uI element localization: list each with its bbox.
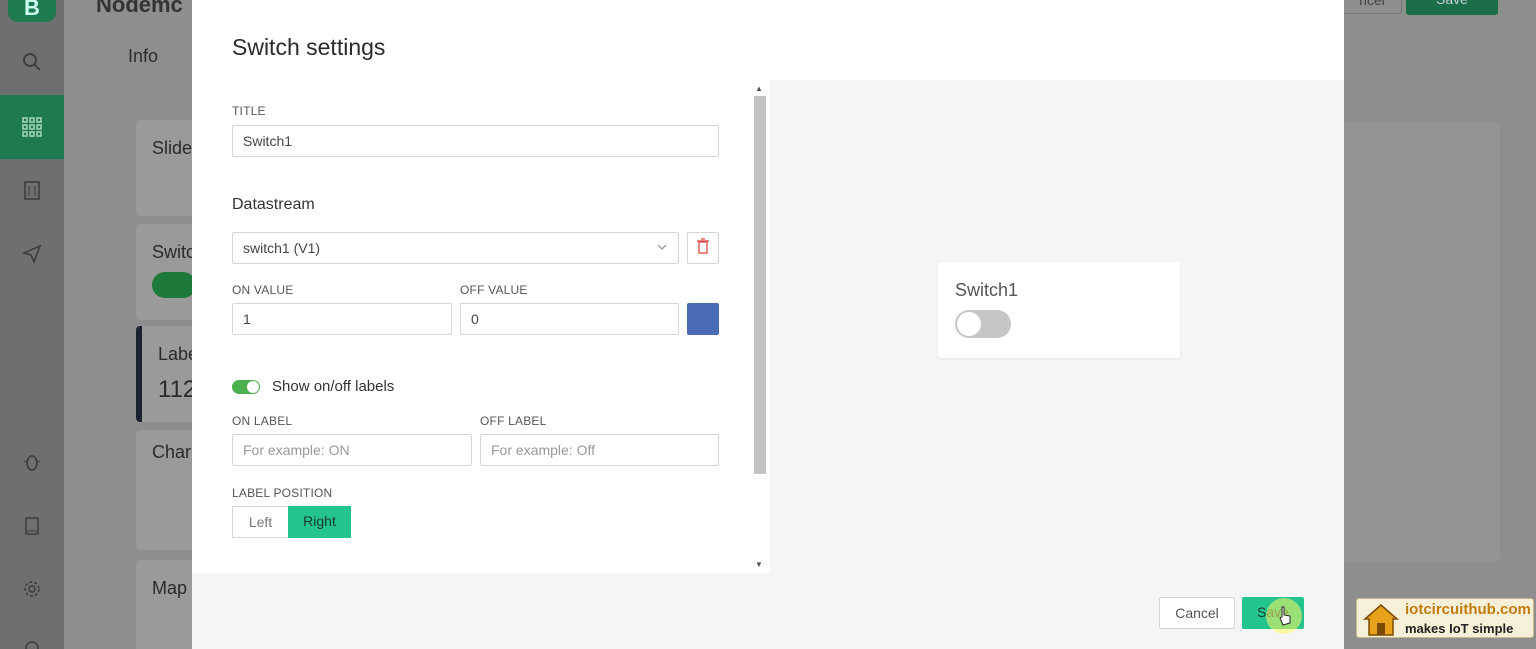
title-field-label: TITLE [232,104,266,118]
book-icon[interactable] [0,494,64,558]
off-value-input[interactable]: 0 [460,303,679,335]
widget-card-label: Map [152,578,188,598]
building-icon[interactable] [0,158,64,222]
datastream-selected-value: switch1 (V1) [243,240,321,256]
switch-on-indicator [152,272,196,298]
scroll-up-arrow-icon[interactable]: ▲ [755,84,763,93]
app-logo: B [8,0,56,22]
watermark-logo: iotcircuithub.com makes IoT simple [1356,598,1534,638]
widget-card-label: Char [152,442,192,462]
off-label-input[interactable]: For example: Off [480,434,719,466]
house-wifi-icon [1361,601,1401,642]
switch-widget-preview: Switch1 [938,262,1180,358]
tab-info[interactable]: Info [128,46,158,67]
background-save-button[interactable]: Save [1406,0,1498,15]
label-position-label: LABEL POSITION [232,486,333,500]
on-value-label: ON VALUE [232,283,294,297]
send-icon[interactable] [0,222,64,286]
datastream-select[interactable]: switch1 (V1) [232,232,679,264]
on-label-input[interactable]: For example: ON [232,434,472,466]
scroll-down-arrow-icon[interactable]: ▼ [755,560,763,569]
scrollbar-thumb[interactable] [754,96,766,474]
background-cancel-button[interactable]: ncel [1342,0,1402,14]
preview-switch[interactable] [955,310,1011,338]
show-labels-toggle[interactable] [232,380,260,394]
off-value-label: OFF VALUE [460,283,528,297]
widget-card-switch[interactable]: Switc [136,224,196,320]
label-position-right-button[interactable]: Right [288,506,351,538]
cancel-button[interactable]: Cancel [1159,597,1235,629]
bug-icon[interactable] [0,430,64,494]
show-labels-text: Show on/off labels [272,378,395,395]
trash-icon [696,237,710,259]
search-icon[interactable] [0,30,64,94]
color-picker-swatch[interactable] [687,303,719,335]
widget-card-label: Slide [152,138,193,158]
watermark-tagline: makes IoT simple [1405,621,1514,636]
datastream-heading: Datastream [232,196,315,213]
widget-card-label-widget[interactable]: Labe 112 [136,326,198,422]
widget-card-slider[interactable]: Slide [136,120,196,216]
on-label-field-label: ON LABEL [232,414,293,428]
off-label-field-label: OFF LABEL [480,414,547,428]
device-title: Nodemc [96,0,183,17]
title-input[interactable]: Switch1 [232,125,719,157]
label-widget-value: 112 [158,376,197,403]
label-position-left-button[interactable]: Left [232,506,288,538]
help-icon[interactable] [0,612,64,649]
preview-widget-title: Switch1 [955,280,1019,300]
background-grid [1344,122,1500,562]
switch-settings-modal: Switch settings TITLE Switch1 Datastream… [192,0,1344,649]
dashboard-grid-icon[interactable] [0,95,64,159]
chevron-down-icon [656,233,668,263]
delete-datastream-button[interactable] [687,232,719,264]
hand-cursor-icon [1278,606,1292,631]
widget-card-label: Switc [152,242,196,262]
widget-card-map[interactable]: Map [136,560,196,649]
watermark-site: iotcircuithub.com [1405,601,1531,618]
widget-card-chart[interactable]: Char [136,430,196,550]
sidebar: B [0,0,64,649]
modal-title: Switch settings [232,34,386,60]
on-value-input[interactable]: 1 [232,303,452,335]
